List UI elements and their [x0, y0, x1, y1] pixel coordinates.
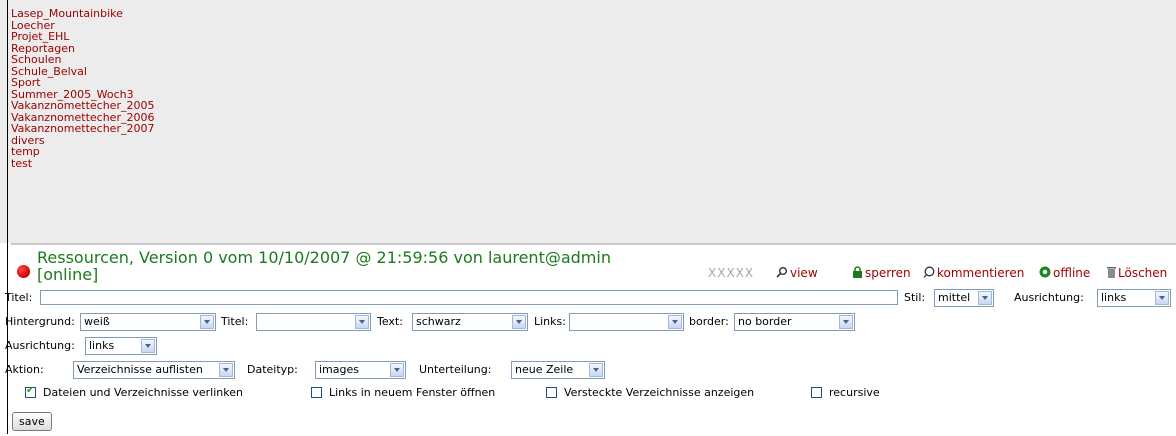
- list-item[interactable]: test: [11, 157, 154, 170]
- view-button[interactable]: view: [776, 266, 818, 280]
- separator-select[interactable]: neue Zeile: [511, 361, 605, 379]
- list-item[interactable]: temp: [11, 146, 154, 158]
- comment-icon: [923, 266, 935, 278]
- recursive-checkbox[interactable]: [811, 387, 822, 398]
- chevron-down-icon: [668, 315, 682, 329]
- search-icon: [776, 267, 787, 278]
- recursive-label: recursive: [829, 386, 880, 399]
- offline-icon: [1039, 266, 1051, 278]
- options-row: Dateien und Verzeichnisse verlinken Link…: [15, 384, 905, 402]
- link-files-label: Dateien und Verzeichnisse verlinken: [43, 386, 243, 399]
- chevron-down-icon: [589, 363, 603, 377]
- lock-icon: [853, 266, 862, 278]
- comment-button[interactable]: kommentieren: [923, 266, 1024, 280]
- background-select[interactable]: weiß: [80, 313, 216, 331]
- lock-button[interactable]: sperren: [852, 266, 911, 280]
- aktion-label: Aktion:: [5, 363, 44, 376]
- new-window-checkbox[interactable]: [311, 387, 322, 398]
- text-color-label: Text:: [377, 315, 403, 328]
- chevron-down-icon: [141, 339, 155, 353]
- title-color-select[interactable]: [256, 313, 371, 331]
- ausrichtung2-label: Ausrichtung:: [5, 339, 75, 352]
- title-row: Titel: Stil: mittel Ausrichtung: links: [5, 288, 1171, 308]
- folder-list: Lasep_Mountainbike Loecher Projet_EHL Re…: [11, 8, 154, 169]
- resource-title-text: Ressourcen, Version 0 vom 10/10/2007 @ 2…: [37, 248, 611, 267]
- chevron-down-icon: [219, 363, 233, 377]
- chevron-down-icon: [839, 315, 853, 329]
- delete-button[interactable]: Löschen: [1107, 266, 1167, 280]
- view-label: view: [790, 266, 818, 280]
- trash-icon: [1107, 267, 1116, 278]
- chevron-down-icon: [512, 315, 526, 329]
- link-color-select[interactable]: [569, 313, 684, 331]
- save-button[interactable]: save: [12, 412, 52, 431]
- title-color-label: Titel:: [221, 315, 249, 328]
- resource-header: Ressourcen, Version 0 vom 10/10/2007 @ 2…: [16, 249, 1176, 289]
- alignment-select[interactable]: links: [1097, 289, 1171, 307]
- alignment2-select-value: links: [89, 339, 115, 352]
- separator-select-value: neue Zeile: [515, 363, 574, 376]
- alignment2-select[interactable]: links: [85, 337, 157, 355]
- style-select[interactable]: mittel: [934, 289, 994, 307]
- lock-label: sperren: [865, 266, 911, 280]
- folder-link[interactable]: test: [11, 157, 32, 170]
- text-color-select-value: schwarz: [416, 315, 461, 328]
- color-row: Hintergrund: weiß Titel: Text: schwarz L…: [5, 312, 865, 332]
- ausrichtung-label: Ausrichtung:: [1014, 291, 1084, 304]
- hidden-dirs-checkbox[interactable]: [546, 387, 557, 398]
- resource-toolbar: XXXXX view sperren kommentieren offline …: [16, 266, 1176, 282]
- filetype-select[interactable]: images: [315, 361, 406, 379]
- alignment-select-value: links: [1101, 291, 1127, 304]
- titel-label: Titel:: [5, 291, 33, 304]
- new-window-label: Links in neuem Fenster öffnen: [329, 386, 496, 399]
- chevron-down-icon: [390, 363, 404, 377]
- chevron-down-icon: [355, 315, 369, 329]
- offline-label: offline: [1053, 266, 1091, 280]
- unterteilung-label: Unterteilung:: [419, 363, 492, 376]
- action-row: Aktion: Verzeichnisse auflisten Dateityp…: [5, 360, 625, 380]
- action-select[interactable]: Verzeichnisse auflisten: [73, 361, 235, 379]
- comment-label: kommentieren: [937, 266, 1025, 280]
- border-label: border:: [689, 315, 729, 328]
- text-color-select[interactable]: schwarz: [412, 313, 528, 331]
- link-files-checkbox[interactable]: [25, 385, 36, 398]
- action-select-value: Verzeichnisse auflisten: [77, 363, 203, 376]
- dateityp-label: Dateityp:: [247, 363, 298, 376]
- background-select-value: weiß: [84, 315, 110, 328]
- hintergrund-label: Hintergrund:: [5, 315, 75, 328]
- style-select-value: mittel: [938, 291, 971, 304]
- alignment-row: Ausrichtung: links: [5, 336, 205, 356]
- offline-button[interactable]: offline: [1039, 266, 1090, 280]
- stil-label: Stil:: [904, 291, 926, 304]
- rating-stars[interactable]: XXXXX: [708, 266, 754, 280]
- chevron-down-icon: [200, 315, 214, 329]
- border-select-value: no border: [738, 315, 792, 328]
- chevron-down-icon: [978, 291, 992, 305]
- chevron-down-icon: [1155, 291, 1169, 305]
- hidden-dirs-label: Versteckte Verzeichnisse anzeigen: [564, 386, 755, 399]
- title-input[interactable]: [40, 290, 898, 305]
- filetype-select-value: images: [319, 363, 359, 376]
- border-select[interactable]: no border: [734, 313, 855, 331]
- delete-label: Löschen: [1118, 266, 1168, 280]
- folder-panel: Lasep_Mountainbike Loecher Projet_EHL Re…: [0, 0, 1176, 243]
- link-color-label: Links:: [534, 315, 566, 328]
